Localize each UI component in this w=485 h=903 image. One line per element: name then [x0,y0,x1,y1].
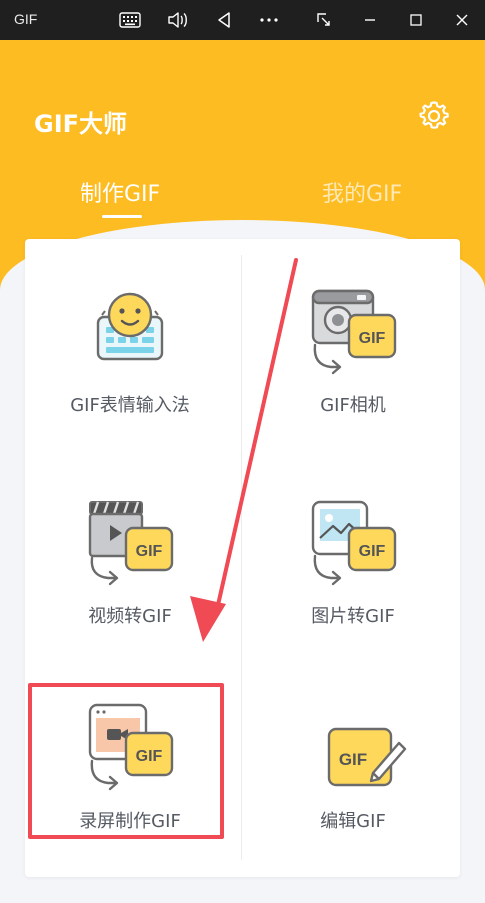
feature-label: 录屏制作GIF [79,811,181,832]
feature-screen-record-gif[interactable]: GIF 录屏制作GIF [30,659,230,859]
video-to-gif-icon: GIF [70,494,190,594]
gif-badge-text: GIF [136,543,163,560]
feature-label: 视频转GIF [88,606,172,627]
app-title: GIF大师 [34,110,128,138]
volume-icon[interactable] [165,8,189,32]
edit-gif-icon: GIF [293,699,413,799]
feature-video-to-gif[interactable]: GIF 视频转GIF [30,454,230,654]
feature-emoji-input[interactable]: GIF表情输入法 [30,243,230,443]
maximize-icon[interactable] [404,8,428,32]
tab-my-gif[interactable]: 我的GIF [322,176,402,208]
feature-label: 编辑GIF [320,811,386,832]
gif-badge-text: GIF [339,750,367,769]
feature-gif-camera[interactable]: GIF GIF相机 [253,243,453,443]
emoji-keyboard-icon [70,283,190,383]
feature-image-to-gif[interactable]: GIF 图片转GIF [253,454,453,654]
feature-label: GIF相机 [320,395,386,416]
close-icon[interactable] [450,8,474,32]
gif-badge-text: GIF [359,543,386,560]
feature-label: GIF表情输入法 [70,395,190,416]
feature-label: 图片转GIF [311,606,395,627]
screen-record-gif-icon: GIF [70,699,190,799]
keyboard-icon[interactable] [118,8,142,32]
image-to-gif-icon: GIF [293,494,413,594]
gif-badge-text: GIF [359,330,386,347]
gif-badge-text: GIF [136,748,163,765]
feature-card: GIF表情输入法 GIF GIF相机 GIF 视频转GIF GIF 图片转GIF… [25,239,460,877]
minimize-icon[interactable] [358,8,382,32]
back-icon[interactable] [212,8,236,32]
window-app-name: GIF [14,11,38,27]
snip-icon[interactable] [312,8,336,32]
more-icon[interactable] [257,8,281,32]
camera-gif-icon: GIF [293,283,413,383]
card-divider [241,255,242,860]
feature-edit-gif[interactable]: GIF 编辑GIF [253,659,453,859]
tab-make-gif[interactable]: 制作GIF [80,176,160,208]
gear-icon[interactable] [417,99,451,133]
active-tab-indicator [102,215,142,218]
window-titlebar: GIF [0,0,485,40]
